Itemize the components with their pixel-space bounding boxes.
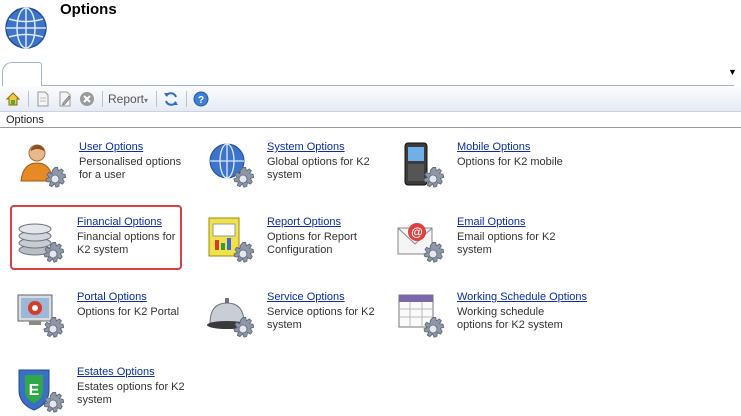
- user-options-item[interactable]: User Options Personalised options for a …: [17, 141, 197, 201]
- toolbar-separator: [28, 90, 29, 107]
- item-title[interactable]: Estates Options: [77, 366, 155, 378]
- working-schedule-options-item[interactable]: Working Schedule Options Working schedul…: [395, 291, 587, 351]
- user-gear-icon: [20, 144, 67, 188]
- estates-shield-gear-icon: E: [18, 369, 65, 413]
- service-options-item[interactable]: Service Options Service options for K2 s…: [205, 291, 385, 351]
- system-options-item[interactable]: System Options Global options for K2 sys…: [205, 141, 385, 201]
- monitor-portal-gear-icon: [17, 294, 65, 338]
- report-gear-icon: [208, 217, 255, 263]
- item-title[interactable]: Email Options: [457, 216, 525, 228]
- item-description: Service options for K2 system: [267, 306, 375, 331]
- estates-options-item[interactable]: E Estates Options Estates options for K2…: [15, 366, 195, 416]
- item-description: Personalised options for a user: [79, 156, 182, 181]
- item-title[interactable]: Working Schedule Options: [457, 291, 587, 303]
- toolbar: Report▾ ?: [0, 86, 741, 112]
- globe-icon: [5, 7, 47, 49]
- refresh-icon[interactable]: [162, 90, 180, 108]
- email-options-item[interactable]: @ Email Options Email options for K2 sys…: [395, 216, 575, 276]
- envelope-gear-icon: @: [397, 223, 445, 263]
- delete-icon[interactable]: [78, 90, 96, 108]
- item-title[interactable]: User Options: [79, 141, 143, 153]
- report-label: Report: [108, 91, 145, 106]
- item-description: Email options for K2 system: [457, 231, 556, 256]
- report-dropdown[interactable]: Report▾: [108, 92, 148, 106]
- report-options-item[interactable]: Report Options Options for Report Config…: [205, 216, 385, 276]
- item-description: Global options for K2 system: [267, 156, 370, 181]
- item-description: Options for K2 Portal: [77, 306, 180, 318]
- globe-gear-icon: [209, 143, 255, 188]
- page-title: Options: [60, 1, 117, 18]
- item-description: Options for K2 mobile: [457, 156, 563, 168]
- portal-options-item[interactable]: Portal Options Options for K2 Portal: [15, 291, 195, 351]
- mobile-options-item[interactable]: Mobile Options Options for K2 mobile: [395, 141, 575, 201]
- toolbar-separator: [156, 90, 158, 107]
- group-label: Options: [6, 114, 47, 126]
- item-description: Options for Report Configuration: [267, 231, 357, 256]
- selection-highlight: [10, 205, 182, 270]
- svg-text:@: @: [411, 225, 423, 239]
- item-description: Estates options for K2 system: [77, 381, 185, 406]
- tab-strip: ▼: [0, 62, 741, 86]
- mobile-phone-gear-icon: [404, 142, 445, 188]
- options-group-header: Options: [0, 113, 741, 128]
- item-title[interactable]: Report Options: [267, 216, 341, 228]
- chevron-down-icon: ▾: [144, 95, 149, 105]
- toolbar-separator: [102, 90, 103, 107]
- tab-main[interactable]: [2, 62, 42, 86]
- calendar-gear-icon: [398, 294, 445, 338]
- svg-text:E: E: [29, 382, 40, 399]
- svg-text:?: ?: [198, 95, 204, 106]
- help-icon[interactable]: ?: [192, 90, 210, 108]
- toolbar-separator: [186, 90, 188, 107]
- item-title[interactable]: Mobile Options: [457, 141, 530, 153]
- tab-dropdown-icon[interactable]: ▼: [728, 67, 737, 77]
- app-header: Options: [0, 0, 741, 62]
- item-description: Working schedule options for K2 system: [457, 306, 563, 331]
- home-icon[interactable]: [4, 90, 22, 108]
- item-title[interactable]: Portal Options: [77, 291, 147, 303]
- group-divider: [0, 127, 741, 128]
- new-document-icon[interactable]: [34, 90, 52, 108]
- edit-document-icon[interactable]: [56, 90, 74, 108]
- item-title[interactable]: System Options: [267, 141, 345, 153]
- item-title[interactable]: Service Options: [267, 291, 345, 303]
- service-bell-gear-icon: [207, 298, 255, 338]
